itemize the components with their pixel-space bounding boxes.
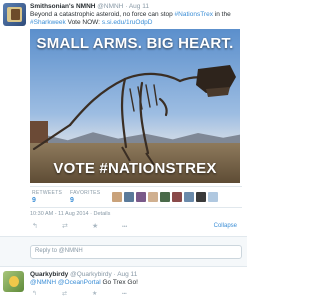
favoriter-avatar[interactable] [196,192,206,202]
favoriter-avatar[interactable] [172,192,182,202]
mention-oceanportal[interactable]: @OceanPortal [58,279,101,286]
tweet-actions: ↰ ⇄ ★ ••• Collapse [30,222,242,232]
favorites-label: FAVORITES [70,190,101,196]
tweet-time[interactable]: Aug 11 [129,3,149,10]
tweet-timestamp: 10:30 AM - 11 Aug 2014 [30,211,89,217]
tweet-text-vote: Vote NOW: [67,19,100,26]
reply-author-handle[interactable]: @Quarkybirdy [70,271,112,278]
collapse-link[interactable]: Collapse [214,223,237,229]
favoriter-avatar[interactable] [124,192,134,202]
tweet-text: Beyond a catastrophic asteroid, no force… [30,11,242,27]
media-headline-bottom: VOTE #NATIONSTREX [53,160,217,177]
reply-input[interactable]: Reply to @NMNH [30,245,242,259]
tweet-text-mid: in the [214,11,231,18]
arm [158,97,168,117]
reply-tweet[interactable]: Quarkybirdy @Quarkybirdy · Aug 11 @NMNH … [0,268,247,300]
favoriter-avatar[interactable] [184,192,194,202]
favorites-count: 9 [70,197,75,204]
favorites-stat[interactable]: FAVORITES 9 [70,190,100,204]
favoriter-avatar[interactable] [148,192,158,202]
reply-actions: ↰ ⇄ ★ ••• [30,290,230,298]
favoriter-avatar[interactable] [160,192,170,202]
reply-icon[interactable]: ↰ [32,222,38,230]
reply-box: Reply to @NMNH [0,236,247,267]
favorite-icon[interactable]: ★ [92,290,97,297]
more-icon[interactable]: ••• [122,291,127,296]
quarkybirdy-avatar[interactable] [3,271,24,292]
favorite-icon[interactable]: ★ [92,222,98,230]
tweet-text-prefix: Beyond a catastrophic asteroid, no force… [30,11,173,18]
reply-author-name[interactable]: Quarkybirdy [30,271,68,278]
hashtag-sharkweek[interactable]: #Sharkweek [30,19,66,26]
tweet[interactable]: Smithsonian's NMNH @NMNH · Aug 11 Beyond… [0,0,247,234]
author-handle[interactable]: @NMNH [97,3,123,10]
retweet-icon[interactable]: ⇄ [62,222,68,230]
tweet-stats: RETWEETS 9 FAVORITES 9 [30,186,242,208]
hashtag-nationstrex[interactable]: #NationsTrex [175,11,213,18]
tail [32,123,72,151]
nmnh-avatar[interactable] [3,3,26,26]
tweet-meta: 10:30 AM - 11 Aug 2014 · Details [30,211,110,217]
reply-icon[interactable]: ↰ [32,290,37,297]
reply-text: @NMNH @OceanPortal Go Trex Go! [30,279,138,286]
favoriter-avatar[interactable] [208,192,218,202]
avatar-detail [11,9,20,20]
ribs [129,84,158,112]
reply-body: Go Trex Go! [102,279,138,286]
tweet-header: Smithsonian's NMNH @NMNH · Aug 11 [30,3,149,10]
tweet-media-image[interactable]: SMALL ARMS. BIG HEART. VOTE #NATIONSTREX [30,29,240,183]
mention-nmnh[interactable]: @NMNH [30,279,56,286]
separator-dot: · [125,3,128,10]
favoriter-avatar[interactable] [136,192,146,202]
retweets-count: 9 [32,197,37,204]
author-name[interactable]: Smithsonian's NMNH [30,3,95,10]
retweets-label: RETWEETS [32,190,63,196]
reply-header: Quarkybirdy @Quarkybirdy · Aug 11 [30,271,137,278]
separator-dot: · [113,271,116,278]
bird-icon [9,276,19,287]
retweets-stat[interactable]: RETWEETS 9 [32,190,62,204]
tweet-link[interactable]: s.si.edu/1ruOdpD [102,19,153,26]
reply-time[interactable]: Aug 11 [117,271,137,278]
favoriter-avatar[interactable] [112,192,122,202]
more-icon[interactable]: ••• [122,224,127,230]
media-headline-top: SMALL ARMS. BIG HEART. [36,35,234,52]
details-link[interactable]: Details [94,211,111,217]
leg-left [120,77,128,149]
retweet-icon[interactable]: ⇄ [62,290,67,297]
